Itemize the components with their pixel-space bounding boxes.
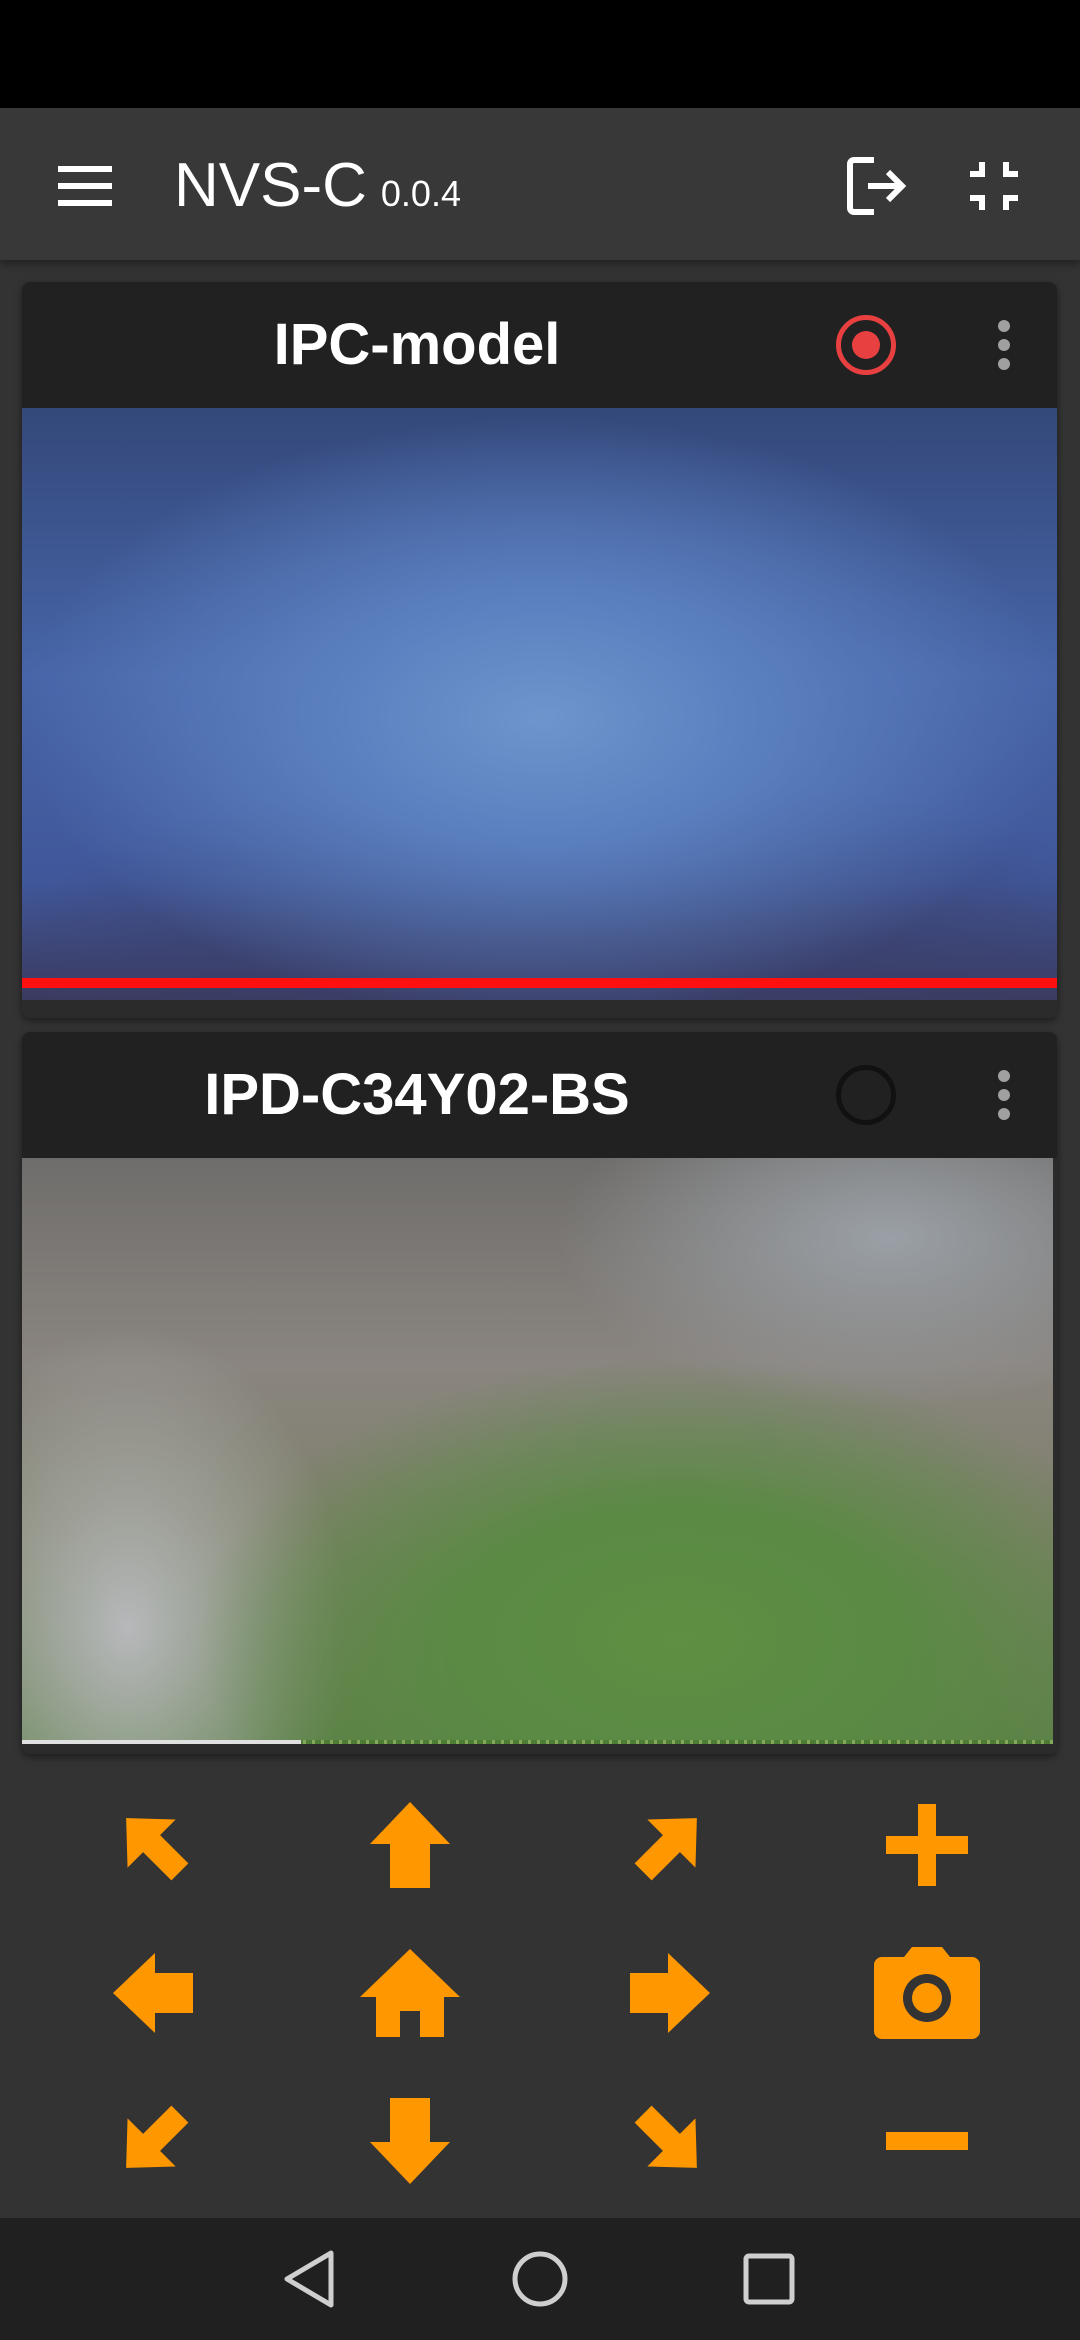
app-version: 0.0.4 xyxy=(380,173,461,214)
nav-back-button[interactable] xyxy=(264,2234,354,2324)
camera-more-button[interactable] xyxy=(964,1055,1044,1135)
collapse-icon xyxy=(970,162,1018,210)
playback-progress-bar xyxy=(22,978,1057,988)
camera-title: IPC-model xyxy=(273,312,561,377)
camera-card: IPC-model xyxy=(22,282,1057,1018)
pan-up-button[interactable] xyxy=(345,1780,475,1910)
arrow-right-icon xyxy=(630,1953,710,2033)
ptz-control-pad xyxy=(0,1760,1080,2220)
logout-icon xyxy=(847,157,907,215)
nav-home-button[interactable] xyxy=(495,2234,585,2324)
zoom-in-icon xyxy=(886,1804,968,1886)
camera-card: IPD-C34Y02-BS xyxy=(22,1032,1057,1754)
record-indicator-icon[interactable] xyxy=(836,315,896,375)
logout-button[interactable] xyxy=(836,144,920,228)
zoom-out-icon xyxy=(886,2132,968,2150)
more-vert-icon xyxy=(998,1070,1010,1120)
zoom-in-button[interactable] xyxy=(862,1780,992,1910)
pan-down-right-button[interactable] xyxy=(605,2076,735,2206)
collapse-button[interactable] xyxy=(952,144,1036,228)
app-bar: NVS-C 0.0.4 xyxy=(0,108,1080,260)
more-vert-icon xyxy=(998,320,1010,370)
arrow-down-icon xyxy=(370,2098,450,2184)
arrow-down-right-icon xyxy=(634,2105,697,2168)
pan-down-left-button[interactable] xyxy=(88,2076,218,2206)
camera-title: IPD-C34Y02-BS xyxy=(204,1062,630,1127)
snapshot-button[interactable] xyxy=(862,1928,992,2058)
playback-progress-bar xyxy=(22,1740,302,1744)
back-icon xyxy=(284,2250,334,2308)
camera-header: IPD-C34Y02-BS xyxy=(22,1032,1057,1158)
app-name: NVS-C xyxy=(174,151,367,220)
recents-icon xyxy=(743,2253,795,2305)
camera-snapshot-icon xyxy=(874,1947,980,2039)
zoom-out-button[interactable] xyxy=(862,2076,992,2206)
arrow-up-icon xyxy=(370,1802,450,1888)
arrow-up-left-icon xyxy=(126,1818,189,1881)
home-position-button[interactable] xyxy=(345,1928,475,2058)
app-title: NVS-C 0.0.4 xyxy=(174,146,461,234)
pan-right-button[interactable] xyxy=(605,1928,735,2058)
pan-up-right-button[interactable] xyxy=(605,1780,735,1910)
nav-recents-button[interactable] xyxy=(724,2234,814,2324)
pan-left-button[interactable] xyxy=(88,1928,218,2058)
pan-up-left-button[interactable] xyxy=(88,1780,218,1910)
menu-icon xyxy=(58,166,112,206)
camera-header: IPC-model xyxy=(22,282,1057,408)
menu-button[interactable] xyxy=(44,144,128,228)
system-nav-bar xyxy=(0,2218,1080,2340)
home-icon xyxy=(360,1949,460,2037)
video-feed[interactable] xyxy=(22,1158,1053,1744)
arrow-down-left-icon xyxy=(126,2105,189,2168)
pan-down-button[interactable] xyxy=(345,2076,475,2206)
status-bar xyxy=(0,0,1080,108)
home-circle-icon xyxy=(512,2251,568,2307)
arrow-left-icon xyxy=(113,1953,193,2033)
record-indicator-icon[interactable] xyxy=(836,1065,896,1125)
arrow-up-right-icon xyxy=(634,1818,697,1881)
camera-more-button[interactable] xyxy=(964,305,1044,385)
video-feed[interactable] xyxy=(22,408,1057,1000)
